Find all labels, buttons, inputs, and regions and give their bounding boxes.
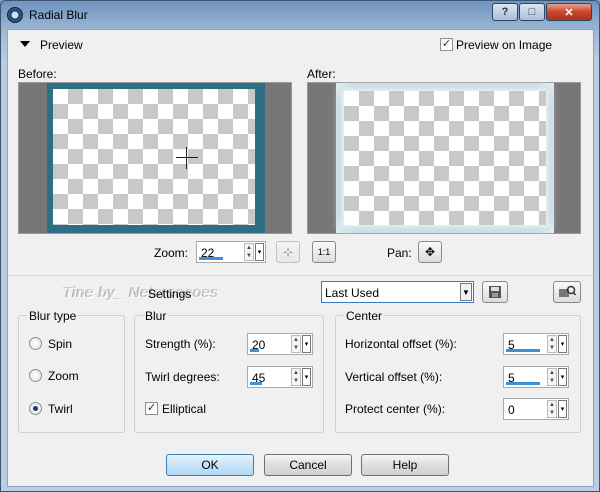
pan-button[interactable]: ✥ [418, 241, 442, 263]
window-title: Radial Blur [29, 8, 88, 22]
protect-center-dropdown-icon[interactable]: ▾ [558, 400, 567, 418]
collapse-preview-icon[interactable] [20, 41, 30, 47]
blur-title: Blur [143, 309, 169, 323]
preset-value: Last Used [325, 286, 380, 300]
horizontal-offset-dropdown-icon[interactable]: ▾ [558, 335, 567, 353]
checkmark-icon: ✓ [441, 38, 452, 50]
center-group: Center Horizontal offset (%): 5 ▲ ▼ ▾ Ver… [335, 309, 581, 433]
after-image-frame [336, 83, 554, 233]
before-label: Before: [18, 67, 57, 81]
vertical-offset-level-bar [506, 382, 540, 385]
horizontal-offset-spinner[interactable]: ▲ ▼ [547, 335, 557, 353]
twirl-dropdown-icon[interactable]: ▾ [302, 368, 311, 386]
twirl-degrees-input[interactable]: 45 ▲ ▼ ▾ [247, 366, 313, 388]
strength-input[interactable]: 20 ▲ ▼ ▾ [247, 333, 313, 355]
zoom-radio-label[interactable]: Zoom [48, 369, 79, 383]
watermark: Tine by_ Netcreacoes [63, 284, 219, 301]
close-button[interactable]: ✕ [546, 3, 592, 21]
spin-radio[interactable] [29, 337, 42, 350]
crosshair-icon[interactable] [176, 147, 198, 169]
zoom-spinner[interactable]: ▲ ▼ [244, 243, 254, 261]
twirl-radio[interactable] [29, 402, 42, 415]
maximize-button[interactable]: □ [519, 3, 545, 21]
before-image-frame [47, 83, 265, 233]
checkmark-icon: ✓ [146, 402, 157, 414]
twirl-spinner[interactable]: ▲ ▼ [291, 368, 301, 386]
help-button[interactable]: Help [361, 454, 449, 476]
strength-spinner[interactable]: ▲ ▼ [291, 335, 301, 353]
center-title: Center [344, 309, 385, 323]
zoom-dropdown-icon[interactable]: ▾ [255, 243, 264, 261]
protect-center-spinner[interactable]: ▲ ▼ [547, 400, 557, 418]
preview-on-image-label[interactable]: Preview on Image [456, 38, 552, 52]
vertical-offset-spinner[interactable]: ▲ ▼ [547, 368, 557, 386]
save-preset-button[interactable] [482, 281, 508, 303]
spin-label[interactable]: Spin [48, 337, 72, 351]
zoom-input[interactable]: 22 ▲ ▼ ▾ [196, 241, 266, 263]
strength-dropdown-icon[interactable]: ▾ [302, 335, 311, 353]
after-label: After: [307, 67, 336, 81]
preview-header: Preview ✓ Preview on Image [8, 30, 593, 58]
protect-center-value: 0 [508, 403, 515, 417]
vertical-offset-label: Vertical offset (%): [345, 370, 443, 384]
ok-button[interactable]: OK [166, 454, 254, 476]
zoom-level-bar [199, 257, 223, 260]
pan-label: Pan: [387, 246, 412, 260]
after-preview-pane[interactable] [307, 82, 581, 234]
blur-type-group: Blur type Spin Zoom Twirl [18, 309, 125, 433]
settings-label: Settings [148, 287, 192, 301]
zoom-label: Zoom: [154, 246, 189, 260]
vertical-offset-dropdown-icon[interactable]: ▾ [558, 368, 567, 386]
manage-presets-icon [559, 285, 576, 297]
twirl-label[interactable]: Twirl [48, 402, 73, 416]
save-icon [489, 286, 501, 298]
blur-type-title: Blur type [27, 309, 79, 323]
preset-dropdown[interactable]: Last Used ▼ [321, 281, 474, 303]
divider [8, 275, 593, 276]
horizontal-offset-level-bar [506, 349, 540, 352]
protect-center-label: Protect center (%): [345, 402, 446, 416]
zoom-1to1-button[interactable]: 1:1 [312, 241, 336, 263]
strength-label: Strength (%): [145, 337, 216, 351]
protect-center-input[interactable]: 0 ▲ ▼ ▾ [503, 398, 569, 420]
elliptical-checkbox[interactable]: ✓ [145, 402, 158, 415]
twirl-degrees-label: Twirl degrees: [145, 370, 220, 384]
after-transparent-area [344, 91, 546, 225]
before-preview-pane[interactable] [18, 82, 292, 234]
title-bar[interactable]: Radial Blur ? □ ✕ [1, 1, 599, 29]
horizontal-offset-label: Horizontal offset (%): [345, 337, 457, 351]
before-transparent-area [53, 89, 255, 225]
elliptical-label[interactable]: Elliptical [162, 402, 206, 416]
horizontal-offset-input[interactable]: 5 ▲ ▼ ▾ [503, 333, 569, 355]
cancel-button[interactable]: Cancel [264, 454, 352, 476]
blur-group: Blur Strength (%): 20 ▲ ▼ ▾ Twirl degrees… [134, 309, 324, 433]
help-title-button[interactable]: ? [492, 3, 518, 21]
preview-on-image-checkbox[interactable]: ✓ [440, 38, 453, 51]
vertical-offset-input[interactable]: 5 ▲ ▼ ▾ [503, 366, 569, 388]
app-icon [7, 7, 23, 23]
preview-toggle-label[interactable]: Preview [40, 38, 83, 52]
manage-presets-button[interactable] [553, 281, 581, 303]
twirl-level-bar [250, 382, 262, 385]
chevron-down-icon[interactable]: ▼ [460, 283, 472, 301]
radial-blur-dialog: Radial Blur ? □ ✕ Preview ✓ Preview on I… [0, 0, 600, 492]
dialog-body: Preview ✓ Preview on Image Before: After… [7, 29, 594, 487]
zoom-radio[interactable] [29, 369, 42, 382]
fit-view-button[interactable]: ⊹ [276, 241, 300, 263]
strength-level-bar [250, 349, 259, 352]
